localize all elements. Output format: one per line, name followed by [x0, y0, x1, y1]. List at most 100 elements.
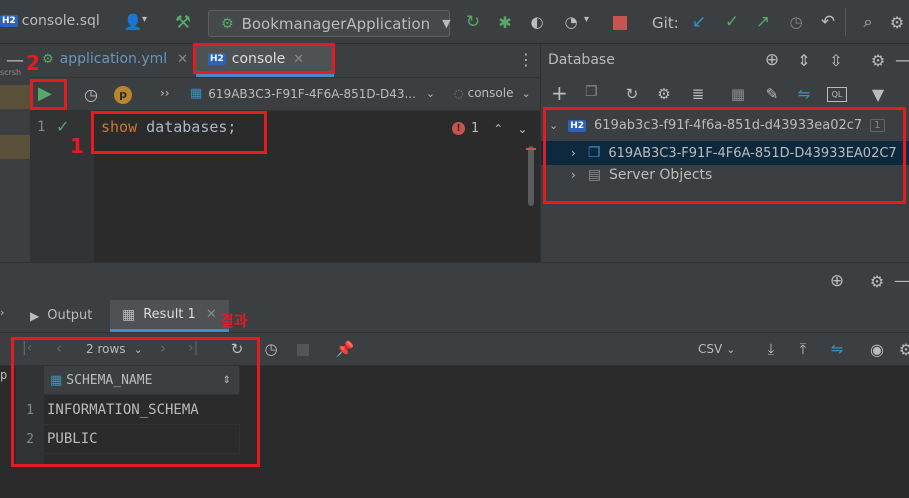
- previous-page-icon[interactable]: ‹: [56, 339, 62, 357]
- editor-scrollbar[interactable]: [528, 146, 534, 206]
- collapse-all-icon[interactable]: ⇳: [825, 49, 847, 71]
- close-icon[interactable]: ✕: [206, 307, 217, 322]
- tab-console[interactable]: H2 console ✕: [196, 44, 334, 77]
- git-update-icon[interactable]: ↙: [688, 11, 710, 33]
- profile-icon[interactable]: ◔: [560, 11, 582, 33]
- refresh-icon[interactable]: ↻: [226, 338, 248, 360]
- compare-arrows-icon[interactable]: ⇋: [826, 338, 848, 360]
- jump-arrows-icon[interactable]: ⇋: [793, 83, 815, 105]
- tab-output[interactable]: ▶ Output: [30, 308, 92, 323]
- export-format-select[interactable]: CSV ⌄: [698, 342, 735, 356]
- filter-funnel-icon[interactable]: ▼: [867, 83, 889, 105]
- add-plus-icon[interactable]: +: [551, 81, 568, 105]
- git-commit-check-icon[interactable]: ✓: [721, 11, 743, 33]
- chevron-down-icon: ⌄: [726, 342, 736, 356]
- close-icon[interactable]: ✕: [177, 52, 188, 67]
- table-icon[interactable]: ▦: [727, 83, 749, 105]
- row-number: 1: [26, 402, 34, 418]
- copy-icon[interactable]: ❐: [585, 84, 598, 100]
- database-stack-icon[interactable]: ≣: [687, 83, 709, 105]
- tab-application-yml[interactable]: ⚙ application.yml ✕: [42, 51, 188, 67]
- session-label: console: [467, 86, 514, 100]
- settings-gear-icon[interactable]: ⚙: [867, 49, 889, 71]
- tree-item-server-objects[interactable]: › ▤ Server Objects: [571, 167, 712, 183]
- chevron-right-icon[interactable]: ›: [0, 306, 4, 319]
- toolbar-divider: [845, 8, 846, 36]
- user-icon[interactable]: 👤: [122, 11, 144, 33]
- refresh-icon[interactable]: ↻: [621, 83, 643, 105]
- chevron-down-icon: ⌄: [521, 86, 531, 100]
- minimize-icon[interactable]: —: [895, 50, 909, 71]
- db-properties-icon[interactable]: ⚙: [653, 83, 675, 105]
- error-icon: !: [452, 122, 465, 135]
- search-icon[interactable]: ⌕: [857, 11, 879, 33]
- problems-indicator[interactable]: ! 1 ⌃ ⌄: [452, 121, 527, 136]
- annotation-result-label: 결과: [220, 312, 248, 330]
- view-eye-icon[interactable]: ◉: [866, 338, 888, 360]
- rollback-icon[interactable]: ↶: [817, 11, 839, 33]
- crosshair-icon[interactable]: ⊕: [761, 49, 783, 71]
- upload-icon[interactable]: ⤒: [792, 338, 814, 360]
- crosshair-icon[interactable]: ⊕: [826, 270, 848, 292]
- tree-item-root[interactable]: ⌄ H2 619ab3c3-f91f-4f6a-851d-d43933ea02c…: [549, 118, 885, 133]
- more-options-icon[interactable]: ⋮: [518, 50, 534, 69]
- export-download-icon[interactable]: ⤓: [760, 338, 782, 360]
- session-select[interactable]: ◌ console ⌄: [454, 86, 531, 100]
- close-icon[interactable]: ✕: [293, 52, 304, 67]
- result-tab-bar: › ▶ Output ▦ Result 1 ✕: [0, 300, 909, 332]
- next-arrow-icon[interactable]: ⌄: [517, 122, 527, 136]
- stop-icon[interactable]: [613, 16, 627, 30]
- row-number: 2: [26, 431, 34, 447]
- query-console-icon[interactable]: QL: [827, 87, 847, 102]
- tree-item-database[interactable]: › ❐ 619AB3C3-F91F-4F6A-851D-D43933EA02C7: [541, 141, 909, 165]
- pin-icon[interactable]: 📌: [334, 338, 356, 360]
- row-count-select[interactable]: 2 rows ⌄: [86, 342, 143, 356]
- h2-icon: H2: [568, 119, 587, 132]
- history-clock-icon[interactable]: ◷: [785, 11, 807, 33]
- expand-all-icon[interactable]: ⇕: [793, 49, 815, 71]
- datasource-select[interactable]: ▦ 619AB3C3-F91F-4F6A-851D-D43... ⌄: [190, 86, 435, 101]
- debug-bug-icon[interactable]: ✱: [494, 11, 516, 33]
- tree-item-count: 1: [870, 119, 885, 132]
- minimize-icon[interactable]: —: [894, 271, 909, 290]
- table-row[interactable]: 2 PUBLIC: [16, 425, 240, 454]
- stop-icon[interactable]: [297, 344, 309, 356]
- next-page-icon[interactable]: ›: [160, 339, 166, 357]
- run-config-select[interactable]: ⚙ BookmanagerApplication ▼: [208, 10, 451, 37]
- check-icon: ✓: [56, 117, 70, 136]
- more-actions-icon[interactable]: ››: [160, 86, 170, 100]
- cell-value[interactable]: PUBLIC: [47, 431, 98, 447]
- edit-pencil-icon[interactable]: ✎: [761, 83, 783, 105]
- chevron-down-icon: ⌄: [133, 342, 143, 356]
- chevron-down-icon[interactable]: ▾: [584, 14, 589, 25]
- last-page-icon[interactable]: ›|: [188, 340, 198, 356]
- cell-value[interactable]: INFORMATION_SCHEMA: [47, 402, 199, 418]
- settings-gear-icon[interactable]: ⚙: [895, 338, 909, 360]
- run-config-label: BookmanagerApplication: [241, 14, 431, 33]
- chevron-down-icon: ▼: [442, 17, 451, 30]
- git-push-icon[interactable]: ↗: [752, 11, 774, 33]
- settings-gear-icon[interactable]: ⚙: [886, 11, 908, 33]
- tab-result-1[interactable]: ▦ Result 1 ✕: [110, 300, 229, 332]
- rerun-icon[interactable]: ↻: [462, 11, 484, 33]
- database-tree: ⌄ H2 619ab3c3-f91f-4f6a-851d-d43933ea02c…: [540, 111, 909, 262]
- code-keyword: show: [101, 118, 138, 136]
- build-hammer-icon[interactable]: ⚒: [172, 11, 194, 33]
- execute-run-icon[interactable]: ▶: [38, 83, 52, 104]
- column-header-schema-name[interactable]: ▦ SCHEMA_NAME ⇕: [44, 366, 240, 395]
- schema-icon: ▦: [190, 86, 203, 101]
- cancel-query-icon[interactable]: ◷: [260, 338, 282, 360]
- main-toolbar: H2 console.sql 👤 ▾ ⚒ ⚙ BookmanagerApplic…: [0, 0, 909, 44]
- first-page-icon[interactable]: |‹: [22, 340, 32, 356]
- code-line-1[interactable]: show databases;: [101, 118, 236, 136]
- settings-gear-icon[interactable]: ⚙: [866, 270, 888, 292]
- database-panel-toolbar: + ❐ ↻ ⚙ ≣ ▦ ✎ ⇋ QL ▼: [540, 77, 909, 111]
- file-breadcrumb[interactable]: H2 console.sql: [0, 13, 100, 29]
- sort-icon[interactable]: ⇕: [223, 375, 231, 386]
- history-clock-icon[interactable]: ◷: [80, 83, 102, 105]
- chevron-down-icon[interactable]: ▾: [142, 14, 147, 25]
- previous-arrow-icon[interactable]: ⌃: [493, 122, 503, 136]
- coverage-icon[interactable]: ◐: [526, 11, 548, 33]
- table-row[interactable]: 1 INFORMATION_SCHEMA: [16, 396, 240, 425]
- transaction-mode-icon[interactable]: p: [114, 86, 132, 104]
